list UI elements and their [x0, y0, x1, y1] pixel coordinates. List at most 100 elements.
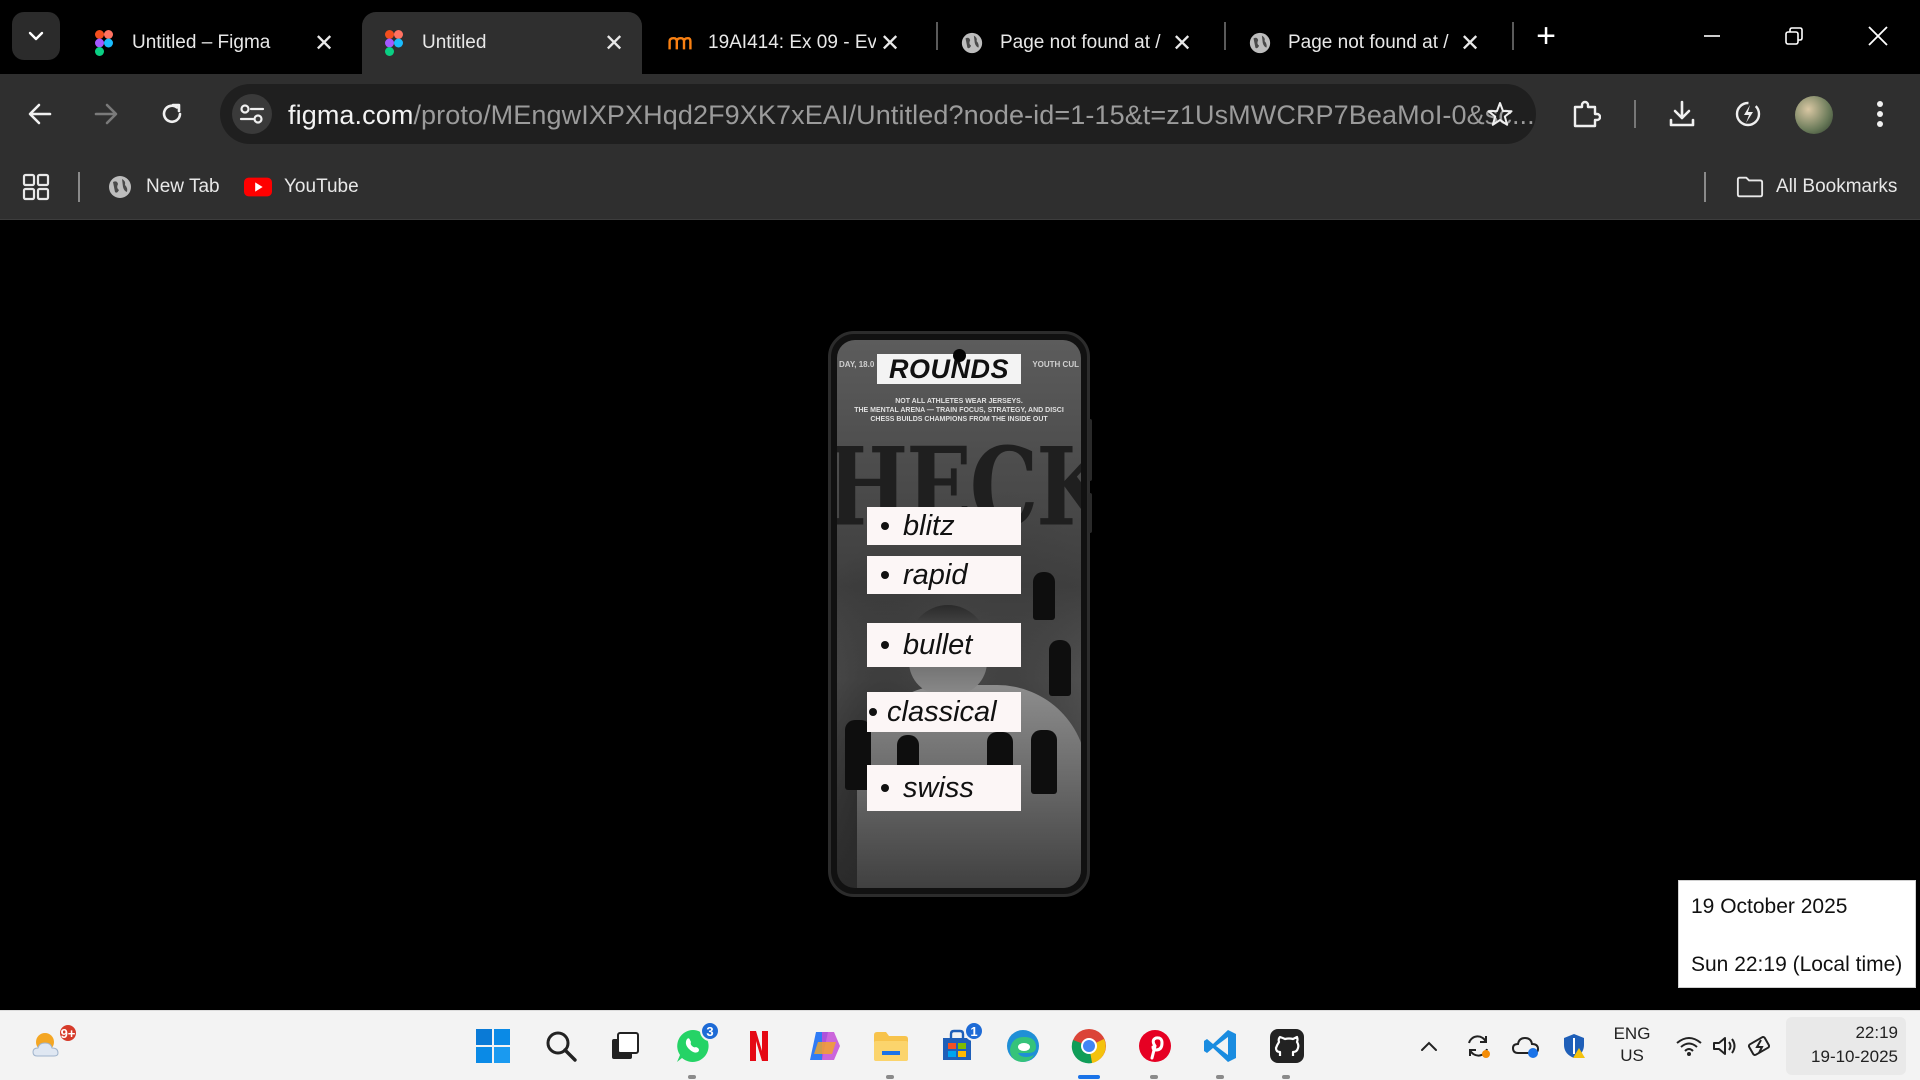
tooltip-time: Sun 22:19 (Local time) [1691, 953, 1903, 976]
bookmark-divider [78, 172, 80, 202]
close-tab-icon[interactable]: ✕ [600, 29, 628, 57]
option-classical[interactable]: classical [867, 692, 1021, 732]
tab-page-not-found-1[interactable]: Page not found at / ✕ [940, 12, 1210, 74]
task-view-button[interactable] [602, 1023, 648, 1069]
tab-title: 19AI414: Ex 09 - Eve [708, 32, 876, 53]
vscode-app[interactable] [1198, 1023, 1244, 1079]
forward-button[interactable] [84, 92, 128, 136]
wifi-icon [1676, 1037, 1702, 1056]
tab-untitled[interactable]: Untitled ✕ [362, 12, 642, 74]
option-label: rapid [903, 558, 968, 591]
wifi-tray-button[interactable] [1674, 1031, 1704, 1061]
figma-icon [382, 30, 406, 56]
bookmark-label: New Tab [146, 176, 220, 197]
reload-button[interactable] [150, 92, 194, 136]
option-swiss[interactable]: swiss [867, 765, 1021, 811]
option-bullet[interactable]: bullet [867, 623, 1021, 667]
chrome-app[interactable] [1066, 1023, 1112, 1079]
github-app[interactable] [1264, 1023, 1310, 1079]
bullet-icon [881, 641, 889, 649]
puzzle-icon [1573, 100, 1601, 128]
vscode-icon [1204, 1030, 1236, 1062]
bookmark-youtube[interactable]: YouTube [244, 170, 359, 204]
bookmark-divider [1704, 172, 1706, 202]
close-tab-icon[interactable]: ✕ [876, 29, 904, 57]
running-indicator [688, 1075, 696, 1079]
menu-button[interactable] [1858, 92, 1902, 136]
pinterest-icon [1139, 1030, 1171, 1062]
tab-page-not-found-2[interactable]: Page not found at / ✕ [1228, 12, 1498, 74]
bookmarks-bar: New Tab YouTube All Bookmarks [0, 154, 1920, 220]
search-button[interactable] [538, 1023, 584, 1069]
volume-tray-button[interactable] [1710, 1031, 1740, 1061]
bookmark-star-button[interactable] [1484, 98, 1516, 130]
language-line: US [1620, 1046, 1644, 1065]
prototype-screen: HECKMAT DAY, 18.0 YOUTH CUL ROUNDS NOT A… [837, 340, 1081, 888]
download-icon [1669, 100, 1695, 127]
taskbar-clock[interactable]: 22:19 19-10-2025 [1786, 1017, 1906, 1075]
edge-icon [1007, 1030, 1039, 1062]
tagline-line: CHESS BUILDS CHAMPIONS FROM THE INSIDE O… [870, 416, 1048, 423]
close-tab-icon[interactable]: ✕ [310, 29, 338, 57]
microsoft-store-app[interactable]: 1 [934, 1021, 984, 1069]
copilot-app[interactable] [802, 1023, 848, 1069]
meta-tag: YOUTH CUL [1032, 360, 1079, 369]
option-rapid[interactable]: rapid [867, 556, 1021, 594]
netflix-icon [750, 1031, 768, 1061]
close-icon [1868, 26, 1888, 46]
security-tray-button[interactable] [1559, 1031, 1589, 1061]
extensions-button[interactable] [1564, 92, 1608, 136]
arrow-right-icon [94, 103, 118, 125]
back-button[interactable] [18, 92, 62, 136]
all-bookmarks-button[interactable]: All Bookmarks [1736, 170, 1897, 204]
profile-avatar[interactable] [1795, 96, 1833, 134]
show-hidden-icons-button[interactable] [1414, 1031, 1444, 1061]
speaker-icon [1713, 1037, 1736, 1055]
tab-search-button[interactable] [12, 12, 60, 60]
chess-piece [1049, 640, 1071, 696]
close-tab-icon[interactable]: ✕ [1456, 29, 1484, 57]
arrow-left-icon [28, 103, 52, 125]
site-info-button[interactable] [232, 94, 272, 134]
tab-untitled-figma[interactable]: Untitled – Figma ✕ [72, 12, 352, 74]
address-bar[interactable]: figma.com/proto/MEngwIXPXHqd2F9XK7xEAI/U… [220, 84, 1536, 144]
downloads-button[interactable] [1660, 92, 1704, 136]
sync-icon [1468, 1035, 1490, 1058]
cloud-icon [1511, 1036, 1540, 1058]
performance-button[interactable] [1726, 92, 1770, 136]
weather-widget[interactable]: 9+ [26, 1023, 78, 1069]
whatsapp-app[interactable]: 3 [670, 1021, 720, 1079]
apps-button[interactable] [22, 170, 50, 204]
minimize-button[interactable] [1680, 14, 1744, 58]
netflix-app[interactable] [736, 1023, 782, 1069]
bullet-icon [869, 708, 877, 716]
globe-icon [106, 173, 134, 201]
option-blitz[interactable]: blitz [867, 507, 1021, 545]
onedrive-tray-button[interactable] [1511, 1031, 1541, 1061]
whatsapp-badge: 3 [700, 1021, 720, 1041]
chevron-down-icon [28, 31, 44, 41]
shield-icon [1564, 1034, 1585, 1058]
close-tab-icon[interactable]: ✕ [1168, 29, 1196, 57]
edge-app[interactable] [1000, 1023, 1046, 1069]
file-explorer-app[interactable] [868, 1023, 914, 1079]
restore-button[interactable] [1762, 14, 1826, 58]
close-window-button[interactable] [1846, 14, 1910, 58]
moodle-icon [668, 31, 692, 55]
chess-piece [1031, 730, 1057, 794]
start-button[interactable] [470, 1023, 516, 1069]
language-indicator[interactable]: ENG US [1610, 1023, 1654, 1067]
bookmark-new-tab[interactable]: New Tab [106, 170, 220, 204]
tab-moodle[interactable]: 19AI414: Ex 09 - Eve ✕ [648, 12, 918, 74]
tab-separator [936, 22, 938, 50]
running-indicator [1150, 1075, 1158, 1079]
pinterest-app[interactable] [1132, 1023, 1178, 1079]
new-tab-button[interactable]: + [1528, 19, 1564, 56]
battery-tray-button[interactable] [1746, 1031, 1776, 1061]
option-label: blitz [903, 509, 955, 542]
sync-tray-button[interactable] [1463, 1031, 1493, 1061]
option-label: swiss [903, 771, 974, 804]
camera-notch [953, 349, 966, 362]
page-title: ROUNDS [877, 354, 1021, 384]
folder-icon [874, 1032, 908, 1061]
